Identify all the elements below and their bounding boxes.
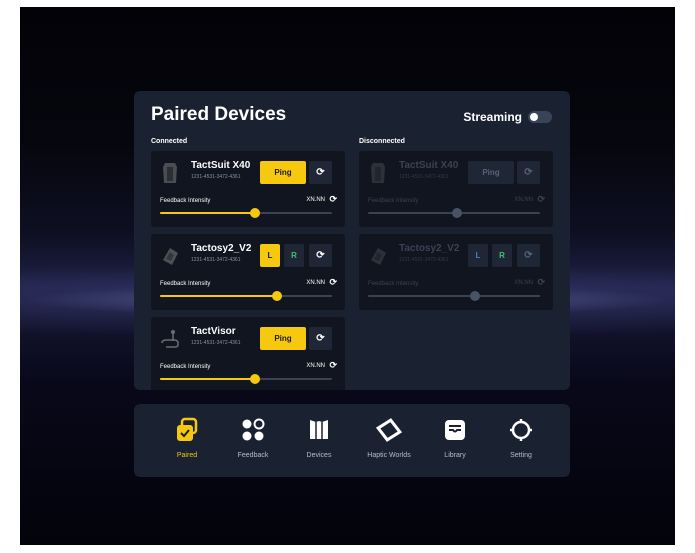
device-name: Tactosy2_V2: [191, 243, 252, 254]
device-card-tactosy2-v2-disconnected: Tactosy2_V2 1231-4531-3472-4361 L R ⟳ Fe…: [359, 234, 553, 310]
refresh-button[interactable]: ⟳: [517, 161, 540, 184]
intensity-slider[interactable]: [368, 208, 540, 218]
library-icon: [445, 420, 465, 440]
streaming-toggle[interactable]: [528, 111, 552, 123]
slider-knob[interactable]: [452, 208, 463, 218]
left-button[interactable]: L: [468, 244, 488, 267]
ping-button[interactable]: Ping: [468, 161, 514, 184]
refresh-button[interactable]: ⟳: [309, 327, 332, 350]
device-serial: 1231-4531-3472-4361: [191, 257, 241, 263]
refresh-button[interactable]: ⟳: [517, 244, 540, 267]
refresh-button[interactable]: ⟳: [309, 244, 332, 267]
feedback-intensity-label: Feedback Intensity: [160, 281, 211, 287]
slider-knob[interactable]: [249, 208, 260, 218]
nav-label: Feedback: [237, 452, 269, 459]
nav-item-setting[interactable]: Setting: [486, 404, 556, 477]
slider-fill: [160, 212, 255, 214]
feedback-intensity-value: XN.NN: [306, 197, 325, 203]
device-serial: 1231-4531-3472-4361: [399, 174, 449, 180]
slider-knob[interactable]: [271, 291, 282, 301]
slider-fill: [160, 378, 255, 380]
connected-section-label: Connected: [151, 138, 188, 145]
setting-icon: [510, 419, 532, 441]
device-serial: 1231-4531-3472-4361: [399, 257, 449, 263]
feedback-intensity-label: Feedback Intensity: [368, 281, 419, 287]
feedback-intensity-value: XN.NN: [306, 363, 325, 369]
intensity-slider[interactable]: [160, 208, 332, 218]
feedback-intensity-value: XN.NN: [514, 280, 533, 286]
haptic-worlds-icon: [376, 418, 402, 442]
intensity-slider[interactable]: [160, 291, 332, 301]
device-serial: 1231-4531-3472-4361: [191, 340, 241, 346]
device-card-tactsuit-x40-disconnected: TactSuit X40 1231-4531-3472-4361 Ping ⟳ …: [359, 151, 553, 227]
right-button[interactable]: R: [492, 244, 512, 267]
nav-label: Paired: [176, 452, 198, 459]
visor-icon: [161, 330, 179, 348]
page-title: Paired Devices: [151, 104, 287, 125]
reset-icon[interactable]: ⟳: [329, 277, 337, 288]
nav-item-haptic-worlds[interactable]: Haptic Worlds: [354, 404, 424, 477]
device-name: TactVisor: [191, 326, 236, 337]
slider-knob[interactable]: [249, 374, 260, 384]
armband-icon: [371, 248, 386, 265]
slider-fill: [160, 295, 277, 297]
reset-icon[interactable]: ⟳: [537, 277, 545, 288]
feedback-intensity-label: Feedback Intensity: [160, 364, 211, 370]
left-button[interactable]: L: [260, 244, 280, 267]
feedback-intensity-label: Feedback Intensity: [368, 198, 419, 204]
nav-item-library[interactable]: Library: [420, 404, 490, 477]
device-serial: 1231-4531-3472-4361: [191, 174, 241, 180]
reset-icon[interactable]: ⟳: [329, 360, 337, 371]
device-name: Tactosy2_V2: [399, 243, 460, 254]
vest-icon: [371, 163, 385, 183]
paired-icon: [177, 417, 198, 441]
device-card-tactosy2-v2: Tactosy2_V2 1231-4531-3472-4361 L R ⟳ Fe…: [151, 234, 345, 310]
nav-item-feedback[interactable]: Feedback: [218, 404, 288, 477]
device-name: TactSuit X40: [191, 160, 251, 171]
nav-item-devices[interactable]: Devices: [284, 404, 354, 477]
reset-icon[interactable]: ⟳: [537, 194, 545, 205]
bottom-navigation: Paired Feedback Devices Haptic Worlds Li…: [134, 404, 570, 477]
ping-button[interactable]: Ping: [260, 161, 306, 184]
refresh-button[interactable]: ⟳: [309, 161, 332, 184]
device-card-tactsuit-x40: TactSuit X40 1231-4531-3472-4361 Ping ⟳ …: [151, 151, 345, 227]
streaming-label: Streaming: [463, 110, 522, 124]
nav-label: Devices: [306, 452, 332, 459]
intensity-slider[interactable]: [160, 374, 332, 384]
reset-icon[interactable]: ⟳: [329, 194, 337, 205]
nav-label: Setting: [510, 452, 532, 459]
feedback-intensity-value: XN.NN: [306, 280, 325, 286]
vest-icon: [163, 163, 177, 183]
ping-button[interactable]: Ping: [260, 327, 306, 350]
feedback-intensity-label: Feedback Intensity: [160, 198, 211, 204]
nav-label: Haptic Worlds: [367, 452, 411, 459]
feedback-icon: [242, 418, 265, 441]
armband-icon: [163, 248, 178, 265]
nav-item-paired[interactable]: Paired: [152, 404, 222, 477]
vr-scene-background: Paired Devices Streaming Connected Disco…: [20, 7, 675, 545]
devices-icon: [310, 420, 328, 439]
device-card-tactvisor: TactVisor 1231-4531-3472-4361 Ping ⟳ Fee…: [151, 317, 345, 390]
toggle-knob: [530, 113, 538, 121]
paired-devices-panel: Paired Devices Streaming Connected Disco…: [134, 91, 570, 390]
intensity-slider[interactable]: [368, 291, 540, 301]
feedback-intensity-value: XN.NN: [514, 197, 533, 203]
disconnected-section-label: Disconnected: [359, 138, 405, 145]
right-button[interactable]: R: [284, 244, 304, 267]
device-name: TactSuit X40: [399, 160, 459, 171]
nav-label: Library: [444, 452, 466, 459]
slider-knob[interactable]: [469, 291, 480, 301]
